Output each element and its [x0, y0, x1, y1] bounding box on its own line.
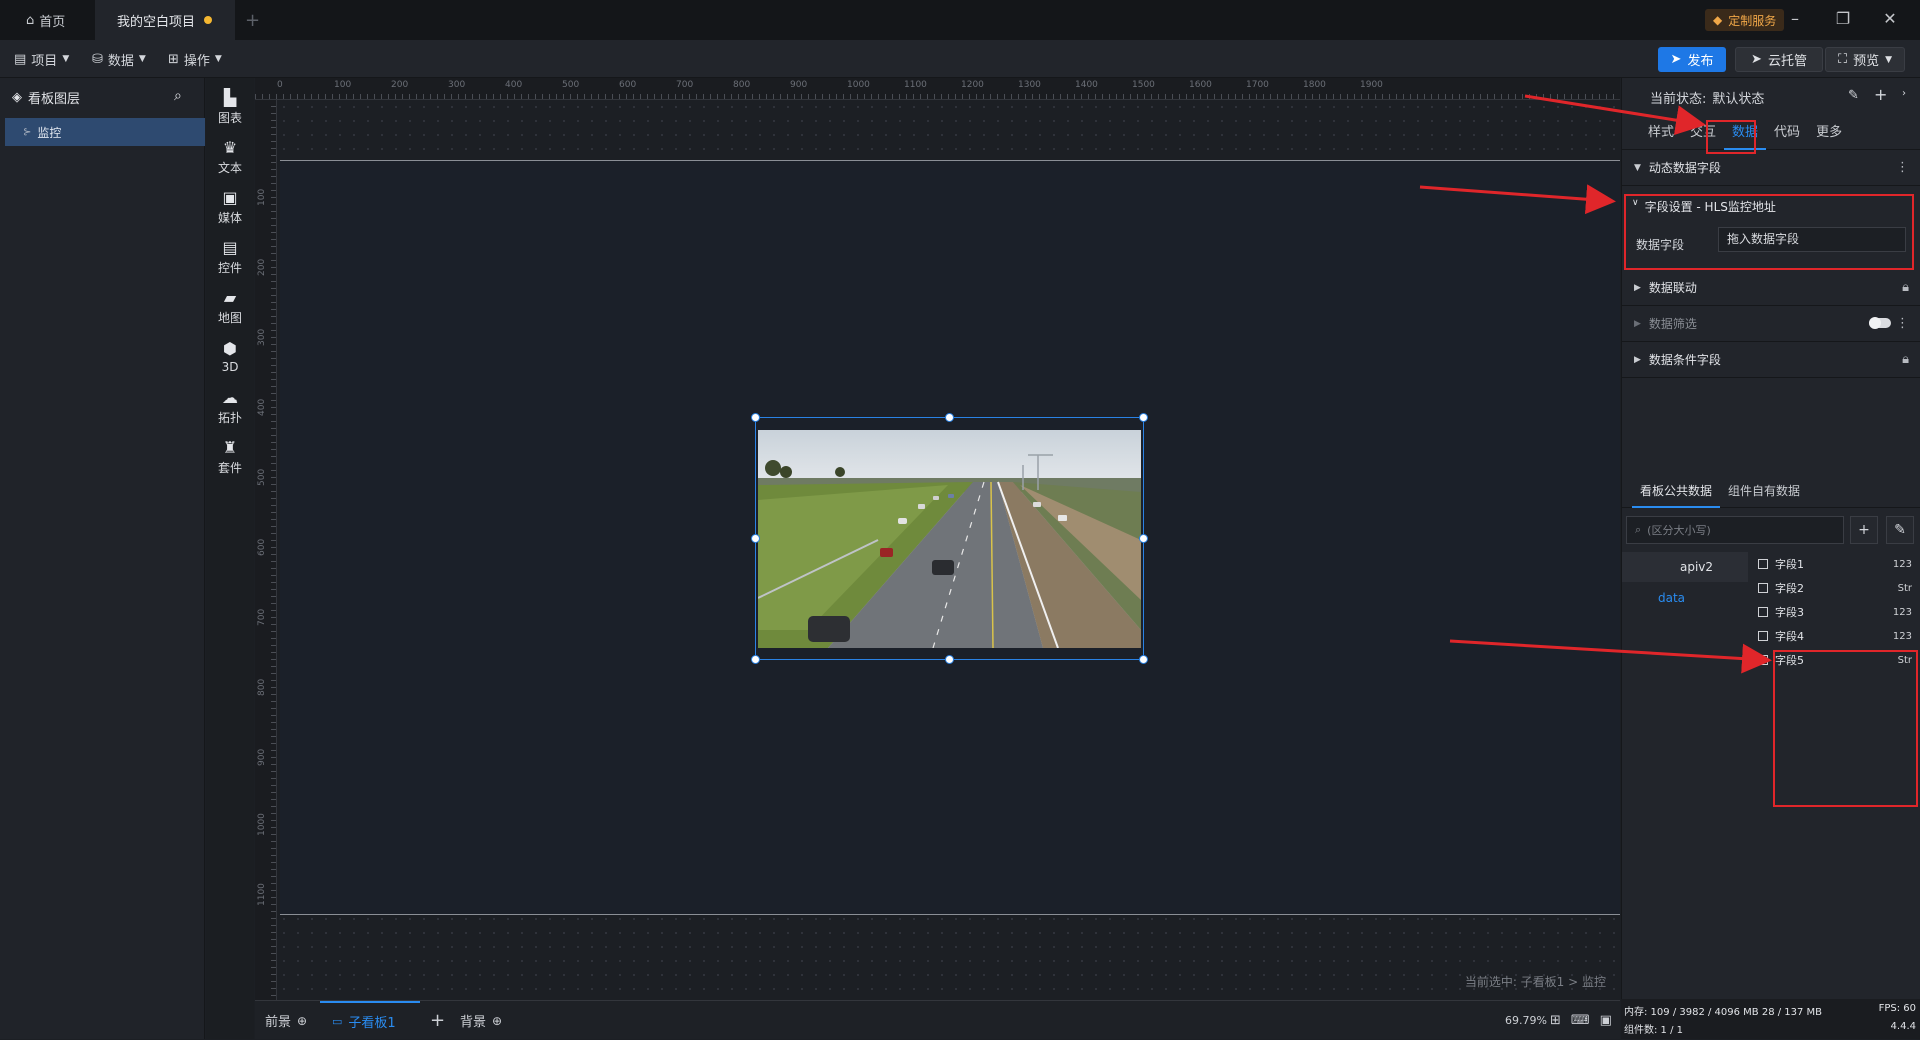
- arrow-to-field-setting: [1419, 184, 1616, 215]
- arrow-to-field-list: [1449, 639, 1772, 674]
- annotation-arrows: [1419, 94, 1772, 674]
- arrow-to-data-tab: [1524, 94, 1706, 136]
